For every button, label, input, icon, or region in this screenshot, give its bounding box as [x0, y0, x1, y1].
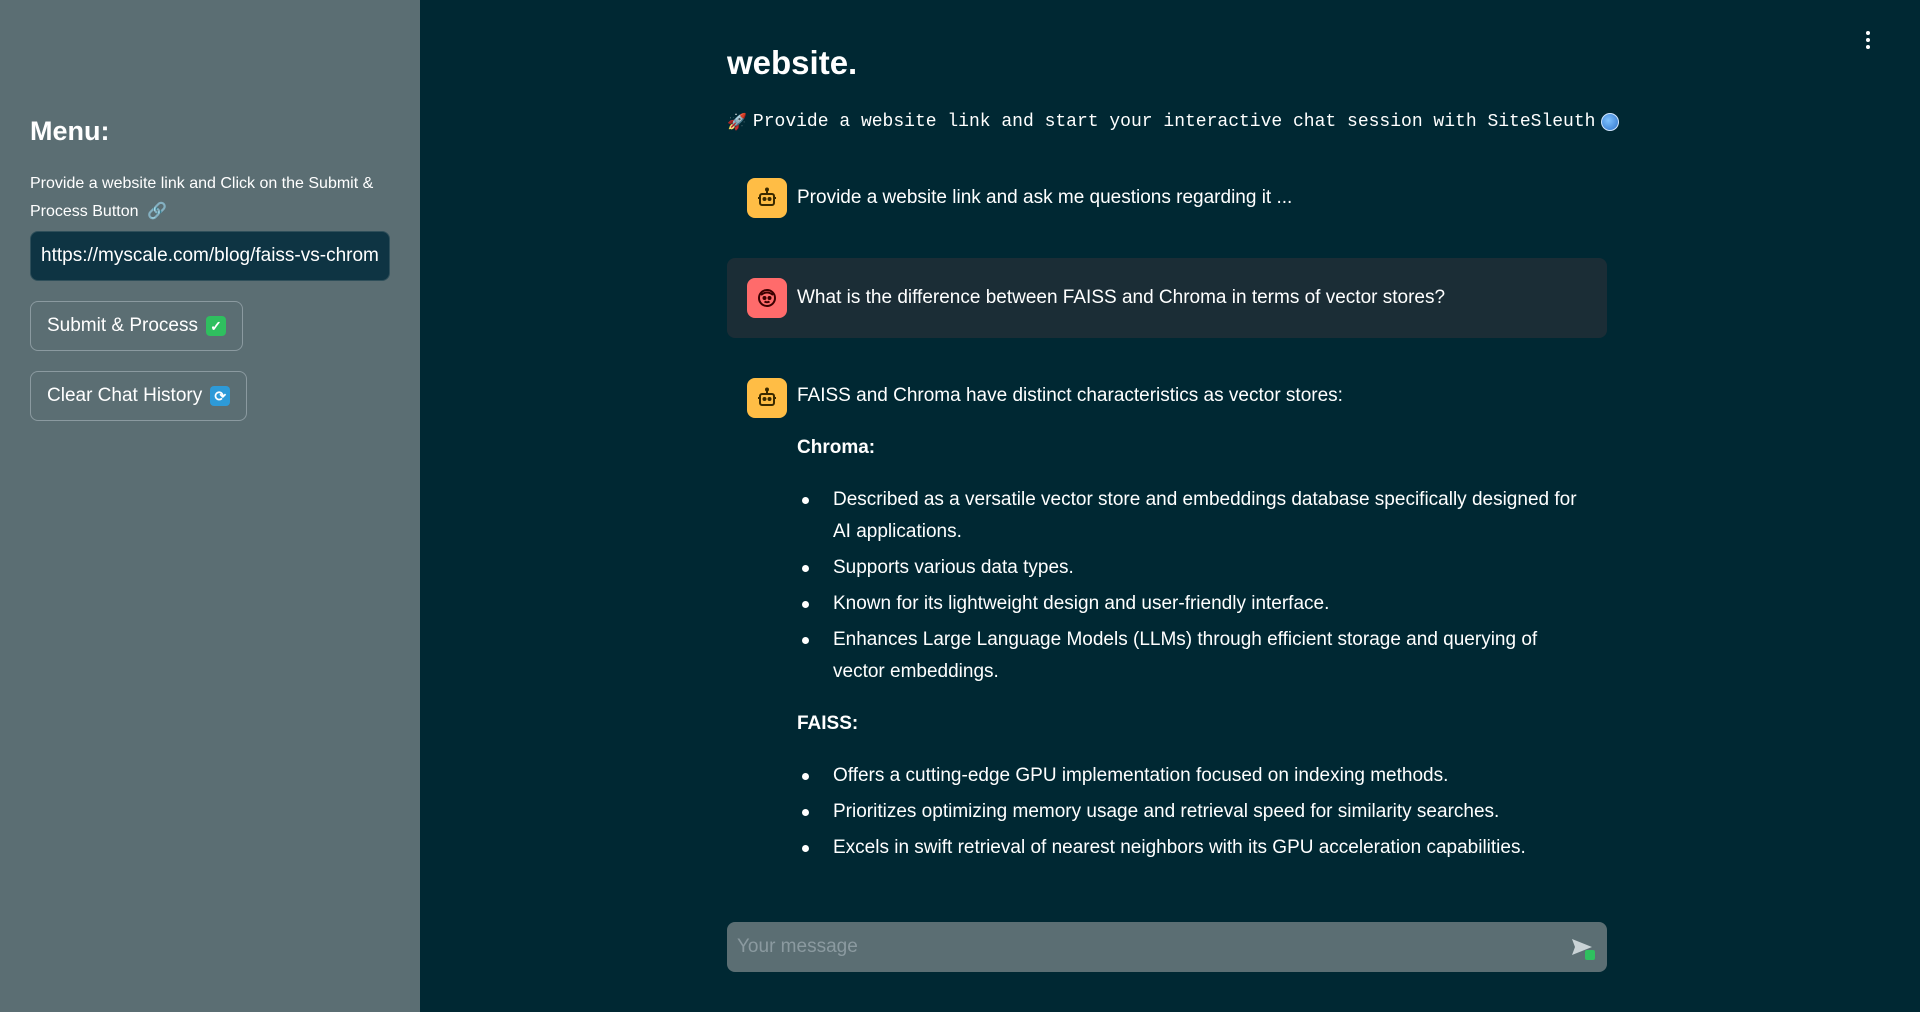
rocket-icon: 🚀 [727, 114, 747, 132]
sidebar-description-text: Provide a website link and Click on the … [30, 175, 374, 220]
chat-message-input[interactable] [737, 936, 1567, 958]
section-heading-faiss: FAISS: [797, 713, 859, 734]
message-body: FAISS and Chroma have distinct character… [797, 378, 1587, 864]
message-text: What is the difference between FAISS and… [797, 287, 1446, 308]
bot-avatar-icon [747, 378, 787, 418]
chat-message-user: What is the difference between FAISS and… [727, 258, 1607, 338]
chroma-bullet-list: Described as a versatile vector store an… [797, 484, 1587, 688]
list-item: Described as a versatile vector store an… [797, 484, 1587, 548]
submit-process-button[interactable]: Submit & Process ✓ [30, 301, 243, 351]
kebab-menu-icon[interactable] [1856, 28, 1880, 52]
chat-message-assistant: Provide a website link and ask me questi… [727, 178, 1607, 218]
sidebar: Menu: Provide a website link and Click o… [0, 0, 420, 1012]
list-item: Enhances Large Language Models (LLMs) th… [797, 624, 1587, 688]
clear-chat-history-label: Clear Chat History [47, 385, 203, 406]
page-subtitle: 🚀 Provide a website link and start your … [727, 112, 1620, 132]
message-intro: FAISS and Chroma have distinct character… [797, 385, 1343, 406]
check-mark-icon: ✓ [206, 316, 226, 336]
website-url-input[interactable] [30, 231, 390, 281]
list-item: Excels in swift retrieval of nearest nei… [797, 832, 1587, 864]
user-avatar-icon [747, 278, 787, 318]
list-item: Supports various data types. [797, 552, 1587, 584]
subtitle-text: Provide a website link and start your in… [752, 112, 1596, 132]
list-item: Prioritizes optimizing memory usage and … [797, 796, 1587, 828]
sidebar-description: Provide a website link and Click on the … [30, 170, 400, 226]
chat-input-bar [727, 922, 1607, 972]
page-title: website. [727, 44, 858, 81]
list-item: Offers a cutting-edge GPU implementation… [797, 760, 1587, 792]
sidebar-heading: Menu: [30, 116, 110, 146]
message-text: Provide a website link and ask me questi… [797, 187, 1293, 208]
send-icon[interactable] [1567, 932, 1597, 962]
bot-avatar-icon [747, 178, 787, 218]
link-icon: 🔗 [146, 203, 167, 220]
submit-process-label: Submit & Process [47, 315, 198, 336]
clear-chat-history-button[interactable]: Clear Chat History ⟳ [30, 371, 248, 421]
chat-message-assistant: FAISS and Chroma have distinct character… [727, 378, 1607, 884]
faiss-bullet-list: Offers a cutting-edge GPU implementation… [797, 760, 1587, 864]
list-item: Known for its lightweight design and use… [797, 588, 1587, 620]
globe-icon [1601, 113, 1620, 131]
refresh-icon: ⟳ [210, 386, 231, 406]
section-heading-chroma: Chroma: [797, 437, 876, 458]
